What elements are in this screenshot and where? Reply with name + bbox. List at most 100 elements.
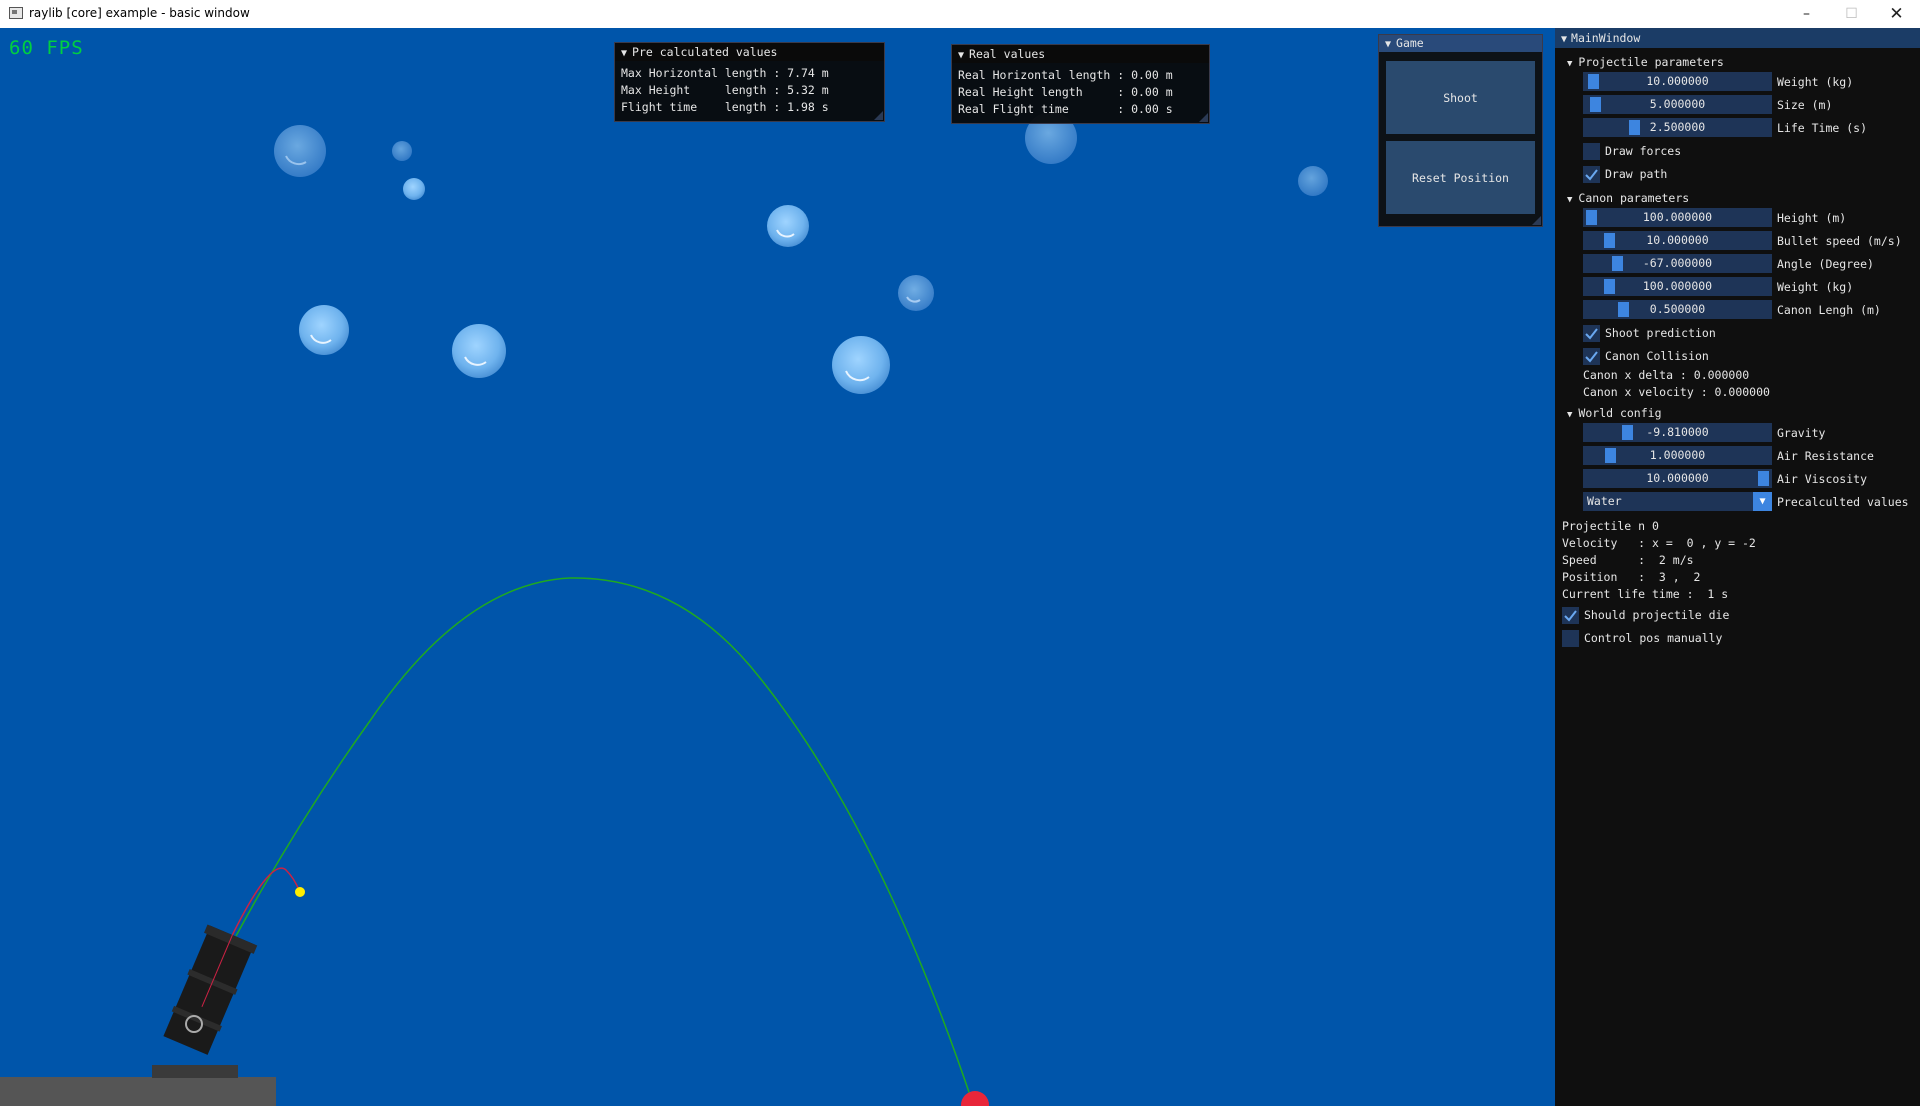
checkbox-label: Draw path	[1605, 167, 1668, 181]
air-resistance-slider[interactable]: 1.000000	[1583, 446, 1772, 465]
world-config-header[interactable]: ▼ World config	[1567, 403, 1662, 423]
real-values-panel[interactable]: ▼ Real values Real Horizontal length : 0.…	[951, 44, 1210, 124]
slider-label: Air Resistance	[1777, 449, 1874, 463]
close-button[interactable]: ✕	[1874, 0, 1919, 28]
projectile-size-slider[interactable]: 5.000000	[1583, 95, 1772, 114]
shoot-button[interactable]: Shoot	[1386, 61, 1535, 134]
canon-weight-slider[interactable]: 100.000000	[1583, 277, 1772, 296]
draw-path-checkbox[interactable]	[1583, 166, 1600, 183]
game-title-bar[interactable]: ▼ Game	[1379, 35, 1542, 52]
real-values-line: Real Flight time : 0.00 s	[958, 102, 1173, 116]
gravity-slider[interactable]: -9.810000	[1583, 423, 1772, 442]
real-values-line: Real Horizontal length : 0.00 m	[958, 68, 1173, 82]
precalc-line: Max Height length : 5.32 m	[621, 83, 829, 97]
slider-value: -67.000000	[1642, 256, 1713, 270]
section-label: Projectile parameters	[1578, 55, 1724, 69]
game-viewport[interactable]: 60 FPS	[0, 28, 1555, 1106]
main-window-panel[interactable]: ▼ MainWindow ▼ Projectile parameters 10.00…	[1555, 28, 1920, 1106]
projectile-parameters-header[interactable]: ▼ Projectile parameters	[1567, 52, 1724, 72]
canon-angle-slider[interactable]: -67.000000	[1583, 254, 1772, 273]
game-title: Game	[1396, 36, 1424, 50]
precalc-panel[interactable]: ▼ Pre calculated values Max Horizontal le…	[614, 42, 885, 122]
slider-value: 5.000000	[1649, 97, 1706, 111]
resize-grip[interactable]	[1532, 216, 1541, 225]
bubble	[392, 141, 412, 161]
projectile-info-line: Current life time : 1 s	[1562, 587, 1729, 601]
checkbox-label: Draw forces	[1605, 144, 1682, 158]
projectile-info-line: Velocity : x = 0 , y = -2	[1562, 536, 1756, 550]
air-viscosity-slider[interactable]: 10.000000	[1583, 469, 1772, 488]
minimize-button[interactable]: –	[1784, 0, 1829, 28]
checkbox-label: Shoot prediction	[1605, 326, 1716, 340]
precalculated-values-combo[interactable]: Water ▼	[1583, 492, 1772, 511]
canon-collision-checkbox[interactable]	[1583, 348, 1600, 365]
projectile-lifetime-slider[interactable]: 2.500000	[1583, 118, 1772, 137]
precalc-line: Max Horizontal length : 7.74 m	[621, 66, 829, 80]
precalc-title: Pre calculated values	[632, 45, 778, 59]
real-values-title-bar[interactable]: ▼ Real values	[952, 45, 1209, 63]
main-window-title-bar[interactable]: ▼ MainWindow	[1555, 28, 1920, 48]
slider-label: Weight (kg)	[1777, 75, 1854, 89]
section-label: Canon parameters	[1578, 191, 1690, 205]
slider-label: Bullet speed (m/s)	[1777, 234, 1902, 248]
chevron-down-icon[interactable]: ▼	[1753, 492, 1772, 511]
checkbox-label: Control pos manually	[1584, 631, 1723, 645]
collapse-arrow-icon[interactable]: ▼	[621, 45, 627, 63]
bubble	[452, 324, 506, 378]
projectile-info-line: Position : 3 , 2	[1562, 570, 1701, 584]
checkmark-icon	[1564, 610, 1577, 622]
canon-height-slider[interactable]: 100.000000	[1583, 208, 1772, 227]
collapse-arrow-icon[interactable]: ▼	[958, 47, 964, 65]
bubble	[898, 275, 934, 311]
projectile-path	[225, 867, 300, 949]
precalc-title-bar[interactable]: ▼ Pre calculated values	[615, 43, 884, 61]
slider-label: Size (m)	[1777, 98, 1833, 112]
bubble	[832, 336, 890, 394]
checkbox-label: Canon Collision	[1605, 349, 1709, 363]
checkmark-icon	[1585, 328, 1598, 340]
projectile-info-line: Projectile n 0	[1562, 519, 1659, 533]
control-pos-manually-checkbox[interactable]	[1562, 630, 1579, 647]
slider-value: 100.000000	[1642, 210, 1713, 224]
collapse-arrow-icon[interactable]: ▼	[1567, 195, 1572, 205]
precalc-line: Flight time length : 1.98 s	[621, 100, 829, 114]
cannon	[152, 924, 258, 1078]
game-panel[interactable]: ▼ Game Shoot Reset Position	[1378, 34, 1543, 227]
canon-length-slider[interactable]: 0.500000	[1583, 300, 1772, 319]
combo-label: Precalculted values	[1777, 495, 1909, 509]
resize-grip[interactable]	[874, 111, 883, 120]
slider-label: Angle (Degree)	[1777, 257, 1874, 271]
should-projectile-die-checkbox[interactable]	[1562, 607, 1579, 624]
slider-value: 10.000000	[1646, 74, 1709, 88]
reset-position-button[interactable]: Reset Position	[1386, 141, 1535, 214]
bubble	[274, 125, 326, 177]
canon-parameters-header[interactable]: ▼ Canon parameters	[1567, 188, 1689, 208]
trajectory-path	[235, 577, 973, 1102]
maximize-button[interactable]: ☐	[1829, 0, 1874, 28]
shoot-prediction-checkbox[interactable]	[1583, 325, 1600, 342]
bubble	[299, 305, 349, 355]
section-label: World config	[1578, 406, 1662, 420]
bullet-speed-slider[interactable]: 10.000000	[1583, 231, 1772, 250]
draw-forces-checkbox[interactable]	[1583, 143, 1600, 160]
resize-grip[interactable]	[1199, 113, 1208, 122]
slider-value: 1.000000	[1649, 448, 1706, 462]
projectile-weight-slider[interactable]: 10.000000	[1583, 72, 1772, 91]
slider-label: Canon Lengh (m)	[1777, 303, 1881, 317]
bubble	[767, 205, 809, 247]
collapse-arrow-icon[interactable]: ▼	[1567, 410, 1572, 420]
slider-value: 10.000000	[1646, 471, 1709, 485]
real-values-line: Real Height length : 0.00 m	[958, 85, 1173, 99]
canon-x-delta-text: Canon x delta : 0.000000	[1583, 368, 1750, 382]
main-window-title: MainWindow	[1571, 31, 1641, 45]
collapse-arrow-icon[interactable]: ▼	[1561, 34, 1567, 45]
collapse-arrow-icon[interactable]: ▼	[1385, 36, 1391, 53]
slider-label: Life Time (s)	[1777, 121, 1868, 135]
slider-value: 100.000000	[1642, 279, 1713, 293]
checkmark-icon	[1585, 351, 1598, 363]
ground-platform	[0, 1077, 276, 1106]
collapse-arrow-icon[interactable]: ▼	[1567, 59, 1572, 69]
slider-label: Gravity	[1777, 426, 1826, 440]
canon-x-velocity-text: Canon x velocity : 0.000000	[1583, 385, 1770, 399]
landing-marker	[961, 1091, 989, 1106]
